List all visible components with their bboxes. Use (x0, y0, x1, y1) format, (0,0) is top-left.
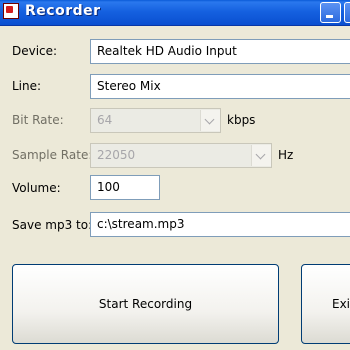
samplerate-value: 22050 (97, 148, 136, 162)
bitrate-unit: kbps (227, 113, 256, 127)
device-select[interactable]: Realtek HD Audio Input (90, 39, 350, 64)
line-value: Stereo Mix (97, 79, 161, 93)
volume-value: 100 (97, 180, 120, 194)
bitrate-select[interactable]: 64 (90, 108, 221, 133)
device-value: Realtek HD Audio Input (97, 44, 237, 58)
line-label: Line: (12, 79, 42, 93)
savemp3-label: Save mp3 to: (12, 218, 93, 232)
app-icon (3, 3, 19, 19)
bitrate-label: Bit Rate: (12, 113, 64, 127)
start-recording-button[interactable]: Start Recording (12, 264, 279, 344)
window-title: Recorder (25, 3, 101, 19)
samplerate-label: Sample Rate: (12, 148, 93, 162)
bitrate-value: 64 (97, 113, 113, 127)
minimize-button[interactable] (320, 2, 341, 23)
volume-input[interactable]: 100 (90, 175, 160, 200)
line-select[interactable]: Stereo Mix (90, 74, 350, 99)
chevron-down-icon[interactable] (200, 110, 220, 131)
title-bar[interactable]: Recorder (0, 0, 350, 26)
maximize-button[interactable] (344, 2, 350, 23)
exit-button[interactable]: Exit (301, 264, 350, 344)
samplerate-select[interactable]: 22050 (90, 143, 272, 168)
savemp3-input[interactable]: c:\stream.mp3 (90, 212, 350, 237)
device-label: Device: (12, 44, 58, 58)
chevron-down-icon[interactable] (251, 145, 271, 166)
volume-label: Volume: (12, 181, 61, 195)
samplerate-unit: Hz (278, 148, 294, 162)
savemp3-value: c:\stream.mp3 (97, 217, 185, 231)
